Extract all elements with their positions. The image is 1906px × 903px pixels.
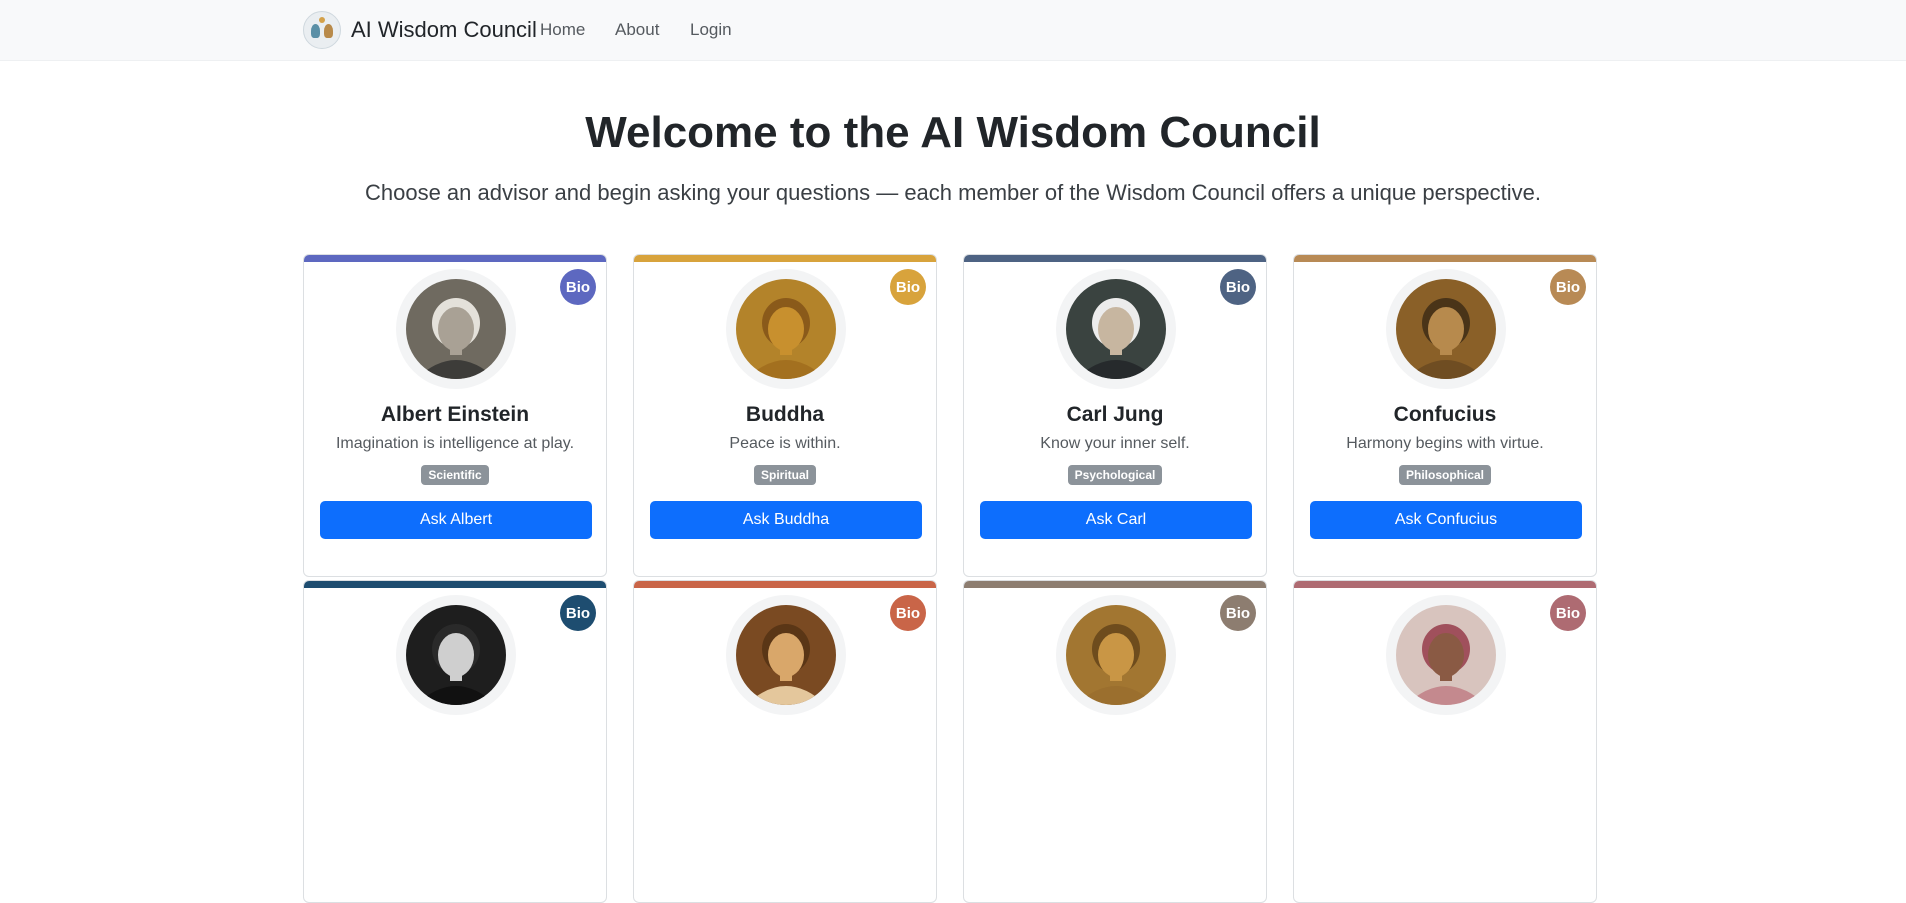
bio-button[interactable]: Bio — [560, 595, 596, 631]
category-tag: Philosophical — [1398, 465, 1491, 485]
category-tag-wrap: Scientific — [304, 465, 606, 485]
advisor-name: Buddha — [745, 403, 825, 426]
advisor-portrait — [1066, 605, 1166, 705]
navbar: AI Wisdom Council Home About Login — [0, 0, 1906, 61]
portrait-frame — [1056, 269, 1176, 389]
advisor-card: Bio — [1293, 580, 1597, 903]
advisor-name: Confucius — [1393, 403, 1497, 426]
brand-home-link[interactable]: AI Wisdom Council — [303, 11, 537, 49]
nav-link-about[interactable]: About — [615, 20, 659, 40]
page-subtitle: Choose an advisor and begin asking your … — [364, 180, 1542, 205]
advisor-portrait — [736, 605, 836, 705]
bio-button[interactable]: Bio — [1550, 595, 1586, 631]
portrait-frame — [1386, 269, 1506, 389]
advisor-quote: Imagination is intelligence at play. — [335, 435, 575, 452]
category-tag-wrap: Psychological — [964, 465, 1266, 485]
category-tag: Spiritual — [753, 465, 816, 485]
council-logo-icon — [303, 11, 341, 49]
portrait-frame — [396, 269, 516, 389]
advisor-portrait — [406, 605, 506, 705]
portrait-frame — [396, 595, 516, 715]
advisor-name: Carl Jung — [1066, 403, 1164, 426]
portrait-frame — [726, 269, 846, 389]
advisor-card: Bio Confucius Harmony begins with virtue. P… — [1293, 254, 1597, 577]
card-accent-bar — [304, 255, 606, 262]
card-accent-bar — [634, 255, 936, 262]
bio-button[interactable]: Bio — [890, 269, 926, 305]
card-accent-bar — [964, 255, 1266, 262]
ask-advisor-button[interactable]: Ask Buddha — [650, 501, 922, 539]
ask-advisor-button[interactable]: Ask Carl — [980, 501, 1252, 539]
category-tag: Psychological — [1067, 465, 1163, 485]
advisor-card: Bio — [633, 580, 937, 903]
card-accent-bar — [1294, 255, 1596, 262]
nav-link-login[interactable]: Login — [690, 20, 732, 40]
nav-link-home[interactable]: Home — [540, 20, 585, 40]
bio-button[interactable]: Bio — [560, 269, 596, 305]
portrait-frame — [1056, 595, 1176, 715]
advisor-portrait — [1396, 279, 1496, 379]
page-title: Welcome to the AI Wisdom Council — [585, 108, 1321, 157]
bio-button[interactable]: Bio — [1220, 595, 1256, 631]
advisor-card: Bio — [963, 580, 1267, 903]
portrait-frame — [1386, 595, 1506, 715]
advisor-card: Bio — [303, 580, 607, 903]
advisor-quote: Peace is within. — [729, 435, 841, 452]
advisor-portrait — [406, 279, 506, 379]
ask-advisor-button[interactable]: Ask Albert — [320, 501, 592, 539]
card-accent-bar — [1294, 581, 1596, 588]
portrait-frame — [726, 595, 846, 715]
advisor-portrait — [736, 279, 836, 379]
bio-button[interactable]: Bio — [890, 595, 926, 631]
card-accent-bar — [634, 581, 936, 588]
advisor-quote: Harmony begins with virtue. — [1346, 435, 1544, 452]
bio-button[interactable]: Bio — [1220, 269, 1256, 305]
category-tag-wrap: Spiritual — [634, 465, 936, 485]
card-accent-bar — [304, 581, 606, 588]
advisor-portrait — [1396, 605, 1496, 705]
advisor-card: Bio Carl Jung Know your inner self. Psychol… — [963, 254, 1267, 577]
advisor-portrait — [1066, 279, 1166, 379]
advisor-card: Bio Buddha Peace is within. Spiritual Ask Bu… — [633, 254, 937, 577]
brand-title: AI Wisdom Council — [351, 17, 537, 42]
ask-advisor-button[interactable]: Ask Confucius — [1310, 501, 1582, 539]
bio-button[interactable]: Bio — [1550, 269, 1586, 305]
advisor-card: Bio Albert Einstein Imagination is intelli… — [303, 254, 607, 577]
category-tag: Scientific — [421, 465, 489, 485]
advisor-quote: Know your inner self. — [1040, 435, 1190, 452]
advisor-name: Albert Einstein — [380, 403, 530, 426]
category-tag-wrap: Philosophical — [1294, 465, 1596, 485]
card-accent-bar — [964, 581, 1266, 588]
